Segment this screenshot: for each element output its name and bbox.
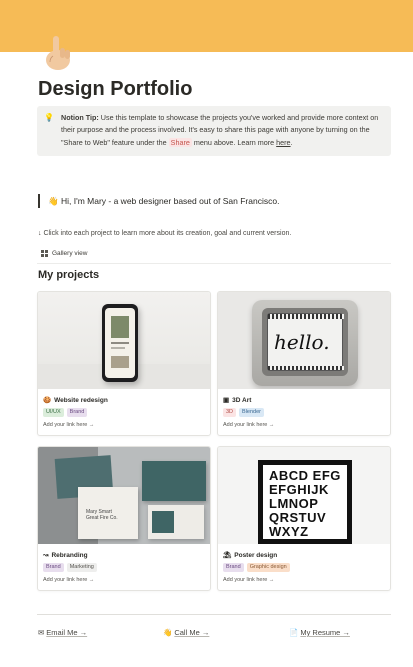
notion-tip-callout: 💡 Notion Tip: Use this template to showc… — [37, 106, 391, 156]
waving-hand-icon: 👋 — [163, 628, 173, 637]
section-title: My projects — [38, 269, 100, 281]
project-card-3d-art[interactable]: hello. ▣ 3D Art 3D Blender Add your link… — [217, 291, 391, 436]
divider — [37, 263, 391, 264]
tag: 3D — [223, 408, 237, 417]
tag: Brand — [66, 408, 88, 417]
business-cards-image: Mary Smart Great Fire Co. — [38, 447, 210, 544]
intro-quote: 👋 Hi, I'm Mary - a web designer based ou… — [38, 194, 279, 208]
footer-label: Email Me → — [46, 628, 88, 637]
footer-label: My Resume → — [300, 628, 350, 637]
share-pill: Share — [168, 137, 192, 147]
card-title-text: Rebranding — [51, 551, 88, 559]
intro-text: Hi, I'm Mary - a web designer based out … — [60, 196, 280, 206]
beach-umbrella-icon: ⛱ — [223, 552, 232, 559]
gallery-view-tab[interactable]: Gallery view — [41, 250, 87, 257]
card-title-text: Poster design — [234, 551, 278, 559]
waving-hand-icon: 👋 — [48, 196, 59, 206]
poster-line: EFGHIJK — [269, 482, 329, 497]
card-title: 🍪 Website redesign — [43, 396, 108, 405]
page-title: Design Portfolio — [38, 78, 193, 100]
tag: Marketing — [66, 563, 97, 572]
email-me-link[interactable]: ✉ Email Me → — [38, 628, 87, 637]
card-title-text: 3D Art — [232, 396, 252, 404]
tag: Brand — [223, 563, 244, 572]
card-tags: Brand Marketing — [43, 563, 97, 572]
card-tags: UI/UX Brand — [43, 408, 88, 417]
hand-pointing-icon[interactable] — [40, 32, 76, 72]
poster-line: WXYZ — [269, 524, 309, 539]
phone-mockup-image — [38, 292, 210, 389]
my-resume-link[interactable]: 📄 My Resume → — [289, 628, 350, 637]
card-title: ▣ 3D Art — [223, 396, 252, 405]
tag: UI/UX — [43, 408, 64, 417]
poster-line: ABCD EFG — [269, 468, 341, 483]
project-card-website-redesign[interactable]: 🍪 Website redesign UI/UX Brand Add your … — [37, 291, 211, 436]
light-bulb-icon: 💡 — [44, 113, 54, 122]
card-tags: 3D Blender — [223, 408, 264, 417]
card-title-text: Website redesign — [54, 396, 108, 404]
tag: Blender — [239, 408, 264, 417]
card-link[interactable]: Add your link here → — [223, 422, 274, 428]
tip-label: Notion Tip: — [61, 113, 99, 122]
callout-text-end: . — [290, 137, 293, 147]
tag: Brand — [43, 563, 64, 572]
document-icon: 📄 — [289, 628, 299, 637]
divider — [37, 614, 391, 615]
card-tags: Brand Graphic design — [223, 563, 290, 572]
card-title: ⛱ Poster design — [223, 551, 278, 560]
wave-chart-icon: ↝ — [43, 552, 49, 559]
hello-text: hello. — [274, 330, 330, 354]
envelope-icon: ✉ — [38, 628, 45, 637]
tag: Graphic design — [246, 563, 290, 572]
card-title: ↝ Rebranding — [43, 551, 88, 560]
learn-more-link[interactable]: here — [276, 138, 290, 147]
click-hint: ↓ Click into each project to learn more … — [38, 230, 292, 237]
card-link[interactable]: Add your link here → — [43, 577, 94, 583]
poster-line: QRSTUV — [269, 510, 327, 525]
card-link[interactable]: Add your link here → — [43, 422, 94, 428]
project-card-poster-design[interactable]: ABCD EFG EFGHIJK LMNOP QRSTUV WXYZ ⛱ Pos… — [217, 446, 391, 591]
poster-frame-image: ABCD EFG EFGHIJK LMNOP QRSTUV WXYZ — [218, 447, 390, 544]
project-card-rebranding[interactable]: Mary Smart Great Fire Co. ↝ Rebranding Br… — [37, 446, 211, 591]
callout-text-middle: menu above. Learn more — [191, 137, 277, 147]
card-link[interactable]: Add your link here → — [223, 577, 274, 583]
retro-computer-image: hello. — [218, 292, 390, 389]
gallery-grid-icon — [41, 250, 48, 257]
gallery-view-label: Gallery view — [52, 250, 88, 257]
cookie-icon: 🍪 — [43, 397, 52, 404]
call-me-link[interactable]: 👋 Call Me → — [163, 628, 209, 637]
footer-label: Call Me → — [174, 628, 210, 637]
computer-icon: ▣ — [223, 397, 230, 404]
poster-line: LMNOP — [269, 496, 319, 511]
